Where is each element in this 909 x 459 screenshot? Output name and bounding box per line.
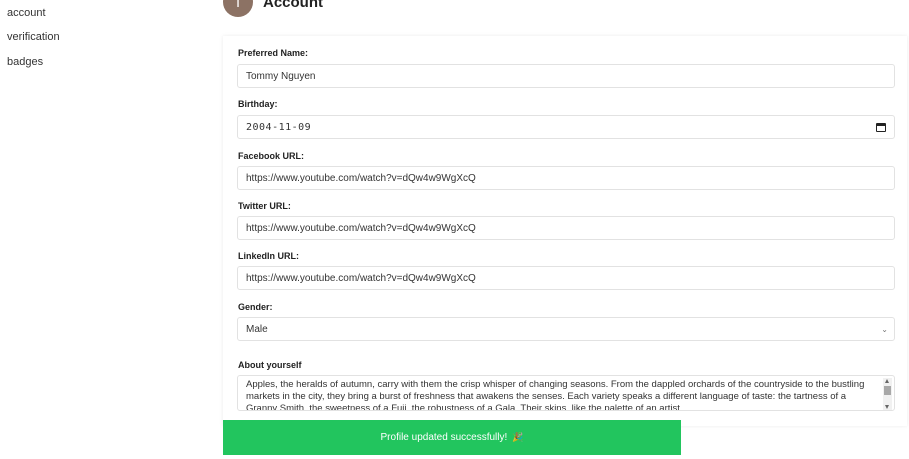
preferred-name-field[interactable] <box>237 64 895 88</box>
birthday-field[interactable]: 2004-11-09 <box>237 115 895 139</box>
success-toast[interactable]: Profile updated successfully! 🎉 <box>223 420 681 455</box>
gender-select[interactable]: Male ⌄ <box>237 317 895 341</box>
sidebar-item-verification[interactable]: verification <box>7 31 60 43</box>
preferred-name-label: Preferred Name: <box>238 48 309 58</box>
twitter-url-field[interactable] <box>237 216 895 240</box>
preferred-name-input[interactable] <box>246 70 894 82</box>
page-title: Account <box>263 0 323 11</box>
about-text: Apples, the heralds of autumn, carry wit… <box>246 379 865 411</box>
avatar[interactable]: T <box>223 0 253 17</box>
facebook-url-label: Facebook URL: <box>238 151 305 161</box>
scroll-thumb[interactable] <box>884 386 891 395</box>
about-textarea[interactable]: Apples, the heralds of autumn, carry wit… <box>237 375 895 411</box>
account-form: Preferred Name: Birthday: 2004-11-09 Fac… <box>223 36 907 426</box>
scroll-down-icon[interactable] <box>885 405 889 409</box>
sidebar-item-account[interactable]: account <box>7 7 46 19</box>
chevron-down-icon: ⌄ <box>881 324 888 334</box>
facebook-url-input[interactable] <box>246 172 894 184</box>
page-header: T Account <box>223 0 323 18</box>
linkedin-url-label: LinkedIn URL: <box>238 251 299 261</box>
toast-message: Profile updated successfully! <box>380 432 508 443</box>
linkedin-url-field[interactable] <box>237 266 895 290</box>
birthday-label: Birthday: <box>238 99 278 109</box>
gender-label: Gender: <box>238 302 273 312</box>
birthday-value: 2004-11-09 <box>246 121 312 133</box>
calendar-icon[interactable] <box>876 122 886 132</box>
party-popper-icon: 🎉 <box>512 432 524 442</box>
twitter-url-label: Twitter URL: <box>238 201 291 211</box>
textarea-scrollbar[interactable] <box>883 378 892 410</box>
twitter-url-input[interactable] <box>246 222 894 234</box>
about-label: About yourself <box>238 360 302 370</box>
linkedin-url-input[interactable] <box>246 272 894 284</box>
sidebar-item-badges[interactable]: badges <box>7 56 43 68</box>
facebook-url-field[interactable] <box>237 166 895 190</box>
gender-value: Male <box>246 323 268 335</box>
scroll-up-icon[interactable] <box>885 379 889 383</box>
